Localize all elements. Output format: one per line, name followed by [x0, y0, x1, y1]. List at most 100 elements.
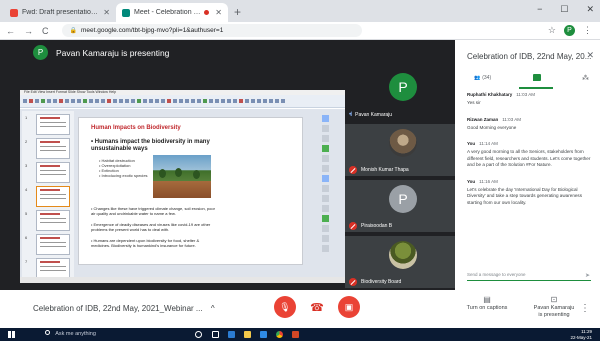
captions-icon: ▤	[483, 295, 491, 304]
meeting-title[interactable]: Celebration of IDB, 22nd May, 2021_Webin…	[33, 304, 215, 313]
message-text: A very good morning to all the Seniors, …	[467, 149, 591, 167]
close-tab-icon[interactable]: ✕	[215, 8, 222, 17]
thumb-number: 3	[25, 163, 28, 168]
close-tab-icon[interactable]: ✕	[103, 8, 110, 17]
tab-label: Fwd: Draft presentation for 22nd May	[22, 9, 100, 16]
close-panel-button[interactable]: ✕	[586, 50, 594, 61]
thumb-number: 7	[25, 259, 28, 264]
panel-title: Celebration of IDB, 22nd May, 20...	[467, 52, 592, 61]
tab-gmail[interactable]: Fwd: Draft presentation for 22nd May ✕	[4, 3, 116, 22]
speaking-indicator-icon: •ıl	[349, 112, 352, 118]
close-window-button[interactable]: ✕	[586, 4, 594, 15]
store-icon[interactable]	[260, 331, 267, 338]
presenter-text: Pavan Kamaraju is presenting	[56, 47, 170, 58]
camera-toggle-button[interactable]: ▣	[338, 296, 360, 318]
participant-avatar	[389, 241, 417, 269]
chat-input-placeholder: Send a message to everyone	[467, 272, 526, 277]
lock-icon: 🔒	[69, 28, 77, 34]
participant-tiles: P •ıl Pavan Kamaraju Monish Kumar Thapa …	[345, 68, 455, 290]
profile-avatar[interactable]: P	[564, 25, 575, 36]
tab-activities[interactable]: ⁂	[582, 74, 589, 82]
sub-bullet: Introducing exotic species	[99, 173, 159, 178]
participant-label: Monish Kumar Thapa	[349, 166, 409, 174]
people-count: (34)	[482, 75, 492, 81]
address-bar-row: ← → C 🔒 meet.google.com/tbt-bjpg-mvo?pli…	[0, 22, 600, 40]
gmail-icon	[10, 8, 18, 17]
leave-call-button[interactable]: ☎	[306, 296, 328, 318]
main-bullet-text: Humans impact the biodiversity in many u…	[91, 139, 210, 152]
menu-icon[interactable]: ⋮	[583, 25, 592, 36]
participant-name: Piraisoodan B	[361, 223, 393, 229]
reload-button[interactable]: C	[42, 26, 49, 36]
minimize-button[interactable]: −	[537, 4, 542, 15]
task-view-icon[interactable]	[212, 331, 219, 338]
browser-actions: ☆ P ⋮	[548, 25, 592, 36]
thumb-number: 1	[25, 115, 28, 120]
panel-tabs: 👥 (34) ⁂	[455, 74, 600, 89]
meeting-stage: P Pavan Kamaraju is presenting File Edit…	[0, 40, 455, 290]
muted-mic-icon	[349, 166, 357, 174]
chevron-up-icon: ^	[210, 304, 215, 313]
url-input[interactable]: 🔒 meet.google.com/tbt-bjpg-mvo?pli=1&aut…	[61, 24, 362, 37]
window-controls: − ☐ ✕	[537, 4, 594, 15]
deforestation-photo	[153, 155, 211, 198]
chat-input[interactable]: Send a message to everyone ➤	[467, 272, 591, 281]
back-button[interactable]: ←	[6, 26, 15, 36]
meeting-title-text: Celebration of IDB, 22nd May, 2021_Webin…	[33, 304, 203, 313]
taskbar-search-placeholder: Ask me anything	[55, 331, 96, 337]
participant-tile[interactable]: Biodiversity Board	[345, 236, 455, 288]
present-icon: ⊡	[550, 295, 558, 304]
thumb-number: 2	[25, 139, 28, 144]
slide-thumbnail-selected	[36, 186, 70, 207]
presenter-banner: P Pavan Kamaraju is presenting	[33, 45, 169, 60]
hang-up-icon: ☎	[310, 301, 324, 314]
participant-avatar: P	[389, 73, 417, 101]
ppt-workspace: 1 2 3 4 5 6 7 Human Impacts on Biodivers…	[20, 109, 345, 283]
maximize-button[interactable]: ☐	[560, 4, 568, 15]
recording-dot-icon	[204, 10, 210, 15]
star-icon[interactable]: ☆	[548, 25, 556, 36]
shapes-icon: ⁂	[582, 75, 589, 82]
powerpoint-icon[interactable]	[292, 331, 299, 338]
chrome-icon[interactable]	[276, 331, 283, 338]
tab-meet[interactable]: Meet - Celebration of IDB, 22nd May ✕	[116, 3, 228, 22]
side-panel: Celebration of IDB, 22nd May, 20... ✕ 👥(…	[455, 40, 600, 290]
slide-thumbnails: 1 2 3 4 5 6 7	[22, 111, 74, 279]
slide-title: Human Impacts on Biodiversity	[91, 125, 181, 131]
more-options-icon[interactable]: ⋮	[580, 303, 590, 314]
participant-tile[interactable]: P Piraisoodan B	[345, 180, 455, 232]
present-now-button[interactable]: ⊡ Pavan Kamaraju is presenting	[526, 296, 582, 319]
windows-start-icon[interactable]	[8, 331, 15, 338]
forward-button[interactable]: →	[24, 26, 33, 36]
mic-toggle-button[interactable]: 🎙	[274, 296, 296, 318]
tab-chat[interactable]	[533, 74, 541, 83]
slide-bullet: Emergence of deadly diseases and viruses…	[91, 222, 216, 232]
cortana-icon[interactable]	[195, 331, 202, 338]
send-icon[interactable]: ➤	[585, 272, 590, 279]
tab-people[interactable]: 👥 (34)	[472, 74, 491, 81]
captions-button[interactable]: ▤ Turn on captions	[462, 296, 512, 312]
slide-sub-bullets: Habitat destruction Overexploitation Ext…	[99, 158, 159, 178]
participant-tile[interactable]: P •ıl Pavan Kamaraju	[345, 68, 455, 120]
taskbar-search[interactable]: Ask me anything	[45, 330, 96, 337]
message-text: Yes sir	[467, 100, 481, 105]
ppt-toolbar	[20, 95, 345, 108]
slide-thumbnail	[36, 258, 70, 279]
muted-mic-icon	[349, 278, 357, 286]
message-text: Let's celebrate the day 'International D…	[467, 186, 583, 205]
chat-message: You 11:16 AM Let's celebrate the day 'Int…	[467, 179, 593, 207]
slide-thumbnail	[36, 114, 70, 135]
file-explorer-icon[interactable]	[244, 331, 251, 338]
tab-label: Meet - Celebration of IDB, 22nd May	[134, 9, 201, 16]
participant-label: Biodiversity Board	[349, 278, 401, 286]
participant-tile[interactable]: Monish Kumar Thapa	[345, 124, 455, 176]
participant-label: Piraisoodan B	[349, 222, 392, 230]
new-tab-button[interactable]: +	[234, 5, 241, 19]
thumb-number: 5	[25, 211, 28, 216]
chat-messages: Ruphathi Khakhatary 11:03 AM Yes sir Rizw…	[467, 92, 593, 272]
slide-thumbnail	[36, 210, 70, 231]
edge-icon[interactable]	[228, 331, 235, 338]
system-tray-clock[interactable]: 11:29 22-May-21	[570, 329, 592, 340]
search-icon	[45, 330, 50, 335]
message-time: 11:03 AM	[516, 92, 535, 97]
